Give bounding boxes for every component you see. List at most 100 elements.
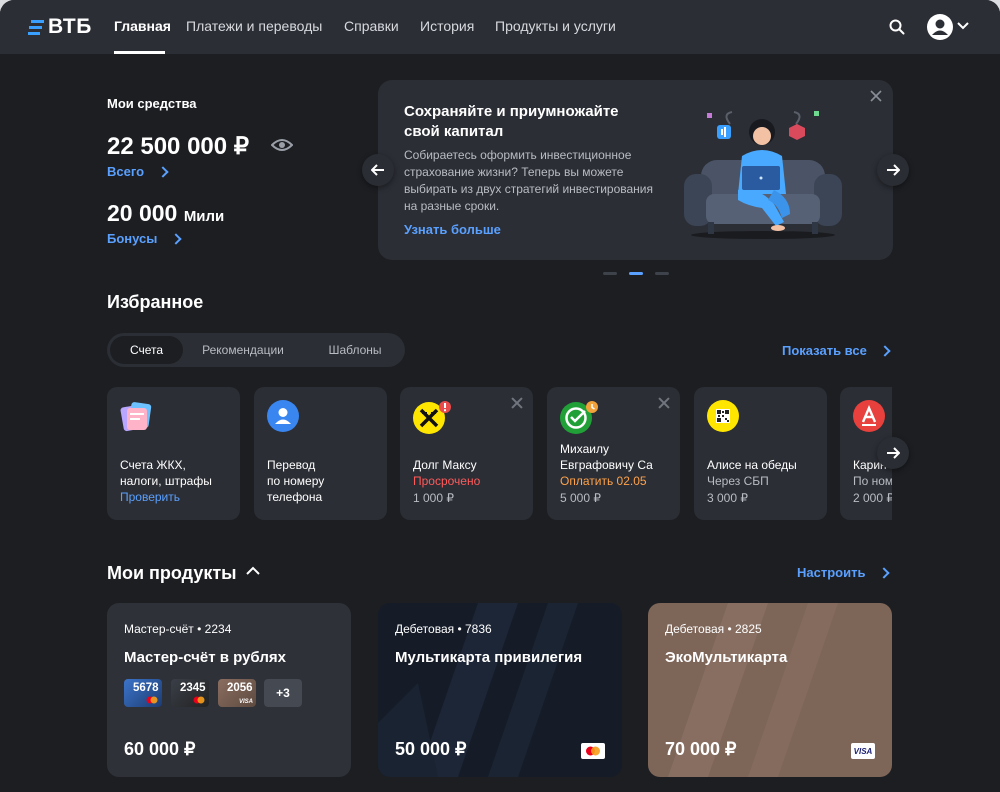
nav-history[interactable]: История — [420, 18, 474, 34]
product-amount: 60 000 ₽ — [124, 739, 196, 759]
favorite-card-mikhail[interactable]: Михаилу Евграфовичу Са Оплатить 02.05 5 … — [547, 387, 680, 520]
person-icon — [267, 400, 299, 432]
favorite-amount: 5 000 ₽ — [560, 491, 601, 505]
product-label: Дебетовая • 7836 — [395, 622, 492, 636]
bonus-link-label: Бонусы — [107, 231, 158, 246]
mastercard-icon — [193, 696, 205, 704]
favorite-amount: 1 000 ₽ — [413, 491, 454, 505]
eye-icon[interactable] — [271, 138, 293, 152]
carousel-dot-2-active[interactable] — [629, 272, 643, 275]
favorite-line2: налоги, штрафы — [120, 474, 212, 488]
product-name: ЭкоМультикарта — [665, 649, 788, 666]
mastercard-icon — [581, 743, 605, 759]
favorite-status-overdue: Просрочено — [413, 474, 481, 488]
products-title: Мои продукты — [107, 563, 237, 583]
promo-learn-more-link[interactable]: Узнать больше — [404, 222, 501, 237]
nav-statements[interactable]: Справки — [344, 18, 399, 34]
profile-menu-button[interactable] — [926, 13, 970, 41]
favorites-next-button[interactable] — [877, 437, 909, 469]
raiffeisen-logo-icon — [413, 401, 451, 434]
favorite-line1: Счета ЖКХ, — [120, 458, 186, 472]
chevron-up-icon[interactable] — [246, 566, 260, 576]
bonus-amount: 20 000 — [107, 200, 178, 226]
favorite-line2: Евграфовичу Са — [560, 458, 653, 472]
product-amount: 70 000 ₽ — [665, 739, 737, 759]
linked-card-number: 5678 — [133, 682, 159, 694]
logo-stripes-icon — [28, 20, 44, 35]
close-icon[interactable] — [870, 90, 882, 102]
my-funds-title: Мои средства — [107, 96, 197, 111]
favorite-check-link[interactable]: Проверить — [120, 489, 180, 506]
chevron-right-icon — [156, 166, 169, 178]
show-all-link[interactable]: Показать все — [782, 342, 891, 360]
linked-card-2345[interactable]: 2345 — [171, 679, 209, 707]
arrow-left-icon — [371, 164, 384, 176]
chevron-down-icon — [957, 22, 969, 30]
arrow-right-icon — [887, 164, 900, 176]
favorite-line1: Перевод — [267, 458, 316, 472]
arrow-right-icon — [887, 447, 900, 459]
carousel-dot-3[interactable] — [655, 272, 669, 275]
nav-home[interactable]: Главная — [114, 18, 171, 34]
active-nav-indicator — [114, 51, 165, 54]
favorite-status-due: Оплатить 02.05 — [560, 474, 647, 488]
product-card-master-account[interactable]: Мастер-счёт • 2234 Мастер-счёт в рублях … — [107, 603, 351, 777]
alfa-logo-icon — [853, 400, 885, 432]
favorite-card-phone-transfer[interactable]: Перевод по номеру телефона — [254, 387, 387, 520]
mastercard-icon — [146, 696, 158, 704]
configure-label: Настроить — [797, 565, 866, 580]
linked-card-5678[interactable]: 5678 — [124, 679, 162, 707]
promo-title: Сохраняйте и приумножайте свой капитал — [404, 103, 619, 140]
product-card-ecomulticard[interactable]: Дебетовая • 2825 ЭкоМультикарта 70 000 ₽… — [648, 603, 892, 777]
favorite-card-utilities[interactable]: Счета ЖКХ, налоги, штрафы Проверить — [107, 387, 240, 520]
product-name: Мультикарта привилегия — [395, 649, 583, 666]
favorites-title: Избранное — [107, 292, 204, 312]
tab-recommendations[interactable]: Рекомендации — [191, 336, 295, 364]
total-link[interactable]: Всего — [107, 163, 169, 181]
linked-card-number: 2345 — [180, 682, 206, 694]
app-window: ВТБ Главная Платежи и переводы Справки И… — [0, 0, 1000, 792]
chevron-right-icon — [878, 567, 890, 579]
chevron-right-icon — [170, 233, 182, 245]
chevron-right-icon — [879, 345, 891, 357]
visa-icon: VISA — [238, 699, 253, 705]
favorite-line1: Алисе на обеды — [707, 458, 797, 472]
linked-card-2056[interactable]: 2056 VISA — [218, 679, 256, 707]
more-cards-button[interactable]: +3 — [264, 679, 302, 707]
remove-favorite-icon[interactable] — [658, 397, 670, 409]
tab-accounts[interactable]: Счета — [110, 336, 183, 364]
promo-banner[interactable]: Сохраняйте и приумножайте свой капитал С… — [378, 80, 893, 260]
configure-link[interactable]: Настроить — [797, 564, 890, 582]
promo-text: Собираетесь оформить инвестиционное стра… — [404, 148, 653, 213]
nav-products[interactable]: Продукты и услуги — [495, 18, 616, 34]
nav-payments[interactable]: Платежи и переводы — [186, 18, 322, 34]
avatar-icon — [927, 14, 953, 40]
bills-icon — [120, 402, 152, 432]
promo-prev-button[interactable] — [362, 154, 394, 186]
favorite-method: Через СБП — [707, 474, 769, 488]
favorite-method: По ном — [853, 474, 892, 488]
total-balance: 22 500 000 ₽ — [107, 133, 250, 160]
bonus-link[interactable]: Бонусы — [107, 230, 182, 248]
favorite-amount: 3 000 ₽ — [707, 491, 748, 505]
product-label: Дебетовая • 2825 — [665, 622, 762, 636]
bonus-unit: Мили — [183, 208, 225, 225]
vtb-logo[interactable]: ВТБ — [28, 14, 92, 40]
favorite-line2: по номеру — [267, 474, 325, 488]
favorite-card-alisa[interactable]: Алисе на обеды Через СБП 3 000 ₽ — [694, 387, 827, 520]
favorite-line1: Долг Максу — [413, 458, 477, 472]
bonus-balance: 20 000 Мили — [107, 200, 224, 227]
favorite-card-debt-max[interactable]: Долг Максу Просрочено 1 000 ₽ — [400, 387, 533, 520]
product-card-multicard-privilege[interactable]: Дебетовая • 7836 Мультикарта привилегия … — [378, 603, 622, 777]
product-amount: 50 000 ₽ — [395, 739, 467, 759]
logo-text: ВТБ — [48, 15, 92, 38]
total-link-label: Всего — [107, 164, 145, 179]
promo-next-button[interactable] — [877, 154, 909, 186]
promo-illustration — [684, 111, 842, 239]
search-icon[interactable] — [889, 19, 905, 35]
product-name: Мастер-счёт в рублях — [124, 649, 286, 666]
remove-favorite-icon[interactable] — [511, 397, 523, 409]
carousel-dot-1[interactable] — [603, 272, 617, 275]
tab-templates[interactable]: Шаблоны — [312, 336, 398, 364]
favorite-line1: Михаилу — [560, 442, 609, 456]
